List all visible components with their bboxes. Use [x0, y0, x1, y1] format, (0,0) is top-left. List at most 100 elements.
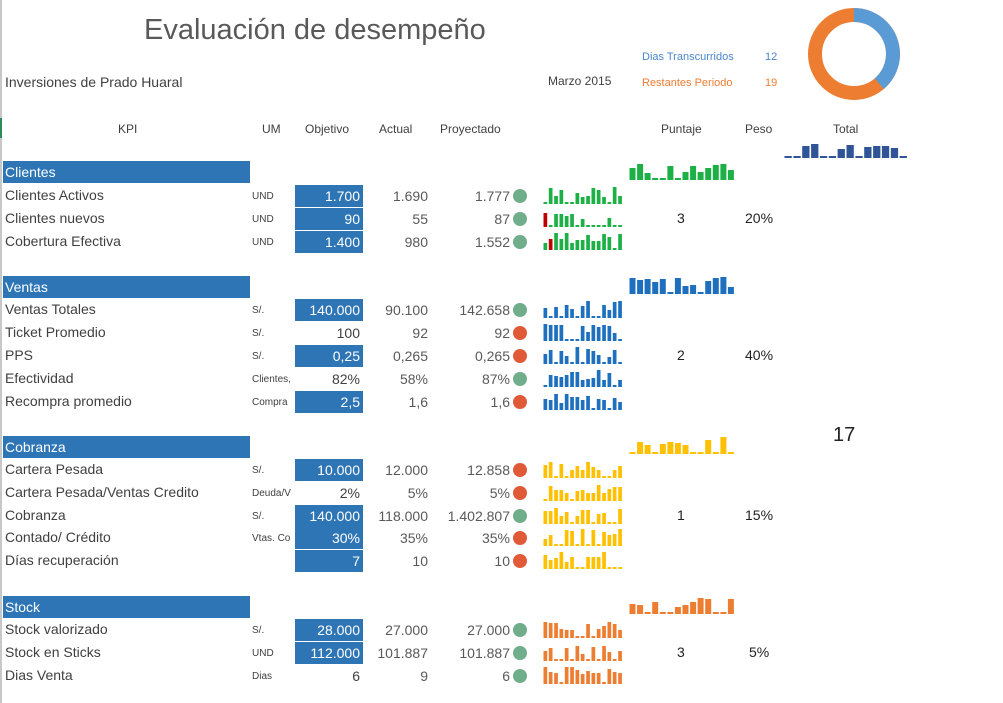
sparkline-bar	[602, 626, 606, 638]
sparkline-bar	[682, 286, 689, 294]
sparkline-bar	[564, 630, 569, 638]
kpi-unit: Compra	[252, 397, 288, 408]
kpi-objective[interactable]: 7	[295, 550, 363, 572]
sparkline-bar	[602, 493, 606, 501]
sparkline-bar	[586, 396, 590, 410]
sparkline-bar	[682, 605, 689, 614]
kpi-sparkline	[543, 508, 622, 524]
sparkline-bar	[819, 156, 828, 158]
sparkline-bar	[674, 278, 681, 294]
sparkline-bar	[591, 225, 596, 227]
kpi-unit: Dias	[252, 671, 273, 682]
col-header-objective: Objetivo	[305, 122, 350, 136]
sparkline-bar	[793, 156, 801, 158]
kpi-objective[interactable]: 112.000	[295, 642, 363, 664]
kpi-actual: 118.000	[378, 508, 428, 524]
kpi-unit: UND	[252, 237, 274, 248]
sparkline-bar	[559, 552, 564, 569]
kpi-unit: UND	[252, 648, 274, 659]
sparkline-bar	[570, 522, 574, 524]
kpi-sparkline	[543, 529, 622, 546]
sparkline-bar	[580, 326, 585, 341]
sparkline-bar	[690, 166, 697, 180]
sparkline-bar	[659, 444, 666, 454]
sparkline-bar	[559, 190, 564, 204]
sparkline-bar	[612, 659, 617, 661]
sparkline-bar	[575, 316, 580, 318]
sparkline-bar	[618, 630, 622, 638]
kpi-objective[interactable]: 140.000	[295, 299, 363, 321]
sparkline-bar	[618, 529, 622, 546]
kpi-objective[interactable]: 90	[295, 208, 363, 230]
table-row: Cobranza S/. 140.000 118.000 1.402.807	[0, 505, 640, 527]
sparkline-bar	[596, 659, 601, 661]
sparkline-bar	[602, 682, 606, 684]
sparkline-bar	[596, 355, 601, 364]
page-title: Evaluación de desempeño	[144, 14, 486, 46]
sparkline-bar	[618, 509, 622, 524]
sparkline-bar	[855, 156, 863, 158]
kpi-objective[interactable]: 10.000	[295, 459, 363, 481]
sparkline-bar	[543, 622, 548, 638]
table-row: Clientes Activos UND 1.700 1.690 1.777	[0, 185, 640, 207]
status-dot	[513, 646, 527, 660]
status-dot	[513, 531, 527, 545]
kpi-name: Cartera Pesada/Ventas Credito	[5, 484, 199, 500]
col-header-um: UM	[262, 122, 281, 136]
kpi-name: Cartera Pesada	[5, 461, 104, 477]
sparkline-bar	[596, 485, 601, 501]
kpi-objective[interactable]: 1.400	[295, 231, 363, 253]
kpi-objective[interactable]: 82%	[295, 368, 363, 390]
sparkline-bar	[591, 636, 596, 638]
sparkline-bar	[591, 378, 596, 387]
sparkline-bar	[659, 178, 666, 180]
sparkline-bar	[586, 379, 590, 387]
status-dot	[513, 554, 527, 568]
kpi-objective[interactable]: 0,25	[295, 345, 363, 367]
sparkline-bar	[586, 225, 590, 227]
status-dot	[513, 463, 527, 477]
table-row: Días recuperación 7 10 10	[0, 550, 640, 572]
kpi-objective[interactable]: 30%	[295, 527, 363, 549]
elapsed-days-label: Dias Transcurridos	[642, 51, 734, 63]
sparkline-bar	[667, 166, 674, 180]
sparkline-bar	[864, 147, 872, 158]
kpi-name: Cobertura Efectiva	[5, 233, 121, 249]
kpi-objective[interactable]: 100	[295, 322, 363, 344]
kpi-projected: 27.000	[467, 622, 510, 638]
sparkline-bar	[618, 196, 622, 204]
kpi-objective[interactable]: 2,5	[295, 391, 363, 413]
sparkline-bar	[554, 544, 558, 546]
kpi-projected: 87	[494, 211, 510, 227]
sparkline-bar	[618, 567, 622, 569]
kpi-actual: 5%	[407, 485, 428, 501]
sparkline-bar	[596, 241, 601, 250]
sparkline-bar	[548, 188, 553, 204]
sparkline-bar	[586, 493, 590, 501]
section-sparkline-ventas	[629, 277, 734, 294]
selection-marker	[0, 118, 2, 138]
sparkline-bar	[802, 146, 810, 158]
sparkline-bar	[548, 672, 553, 684]
sparkline-bar	[543, 385, 548, 387]
sparkline-bar	[575, 567, 580, 569]
kpi-unit: S/.	[252, 305, 265, 316]
kpi-objective[interactable]: 140.000	[295, 505, 363, 527]
sparkline-bar	[554, 558, 558, 569]
table-row: Recompra promedio Compra 2,5 1,6 1,6	[0, 391, 640, 413]
kpi-objective[interactable]: 2%	[295, 482, 363, 504]
kpi-objective[interactable]: 28.000	[295, 619, 363, 641]
sparkline-bar	[554, 362, 558, 364]
sparkline-bar	[559, 325, 564, 341]
kpi-objective[interactable]: 1.700	[295, 185, 363, 207]
sparkline-bar	[548, 648, 553, 661]
sparkline-bar	[602, 225, 606, 227]
status-dot	[513, 395, 527, 409]
sparkline-bar	[612, 487, 617, 501]
kpi-objective[interactable]: 6	[295, 665, 363, 687]
sparkline-bar	[618, 225, 622, 227]
sparkline-bar	[554, 233, 558, 250]
sparkline-bar	[591, 557, 596, 569]
table-row: Cartera Pesada S/. 10.000 12.000 12.858	[0, 459, 640, 481]
sparkline-bar	[570, 309, 574, 318]
